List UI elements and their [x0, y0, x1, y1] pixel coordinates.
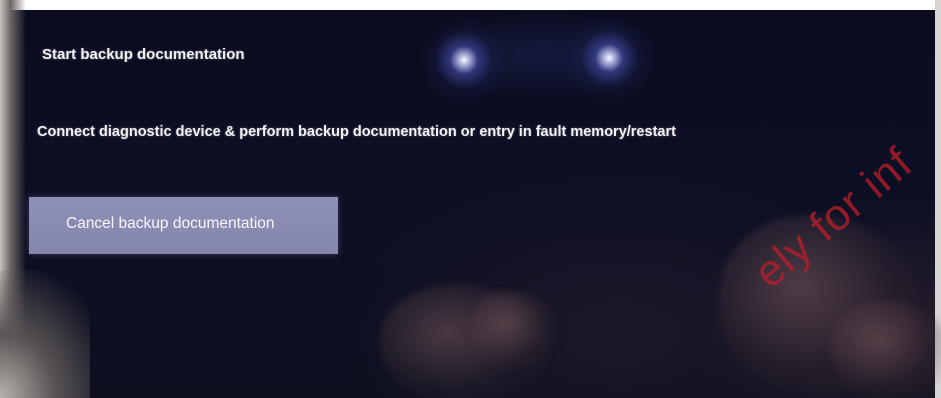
screen-title: Start backup documentation — [42, 46, 245, 63]
light-reflection-left — [419, 15, 509, 105]
instruction-message: Connect diagnostic device & perform back… — [37, 124, 676, 140]
vehicle-display-screen: Start backup documentation Connect diagn… — [0, 0, 941, 398]
cancel-backup-button-label: Cancel backup documentation — [66, 215, 275, 232]
light-reflection-right — [564, 13, 654, 103]
hand-reflection — [830, 300, 941, 398]
hand-reflection — [470, 290, 560, 370]
cancel-backup-button[interactable]: Cancel backup documentation — [29, 197, 338, 254]
display-bezel-corner — [0, 270, 90, 398]
